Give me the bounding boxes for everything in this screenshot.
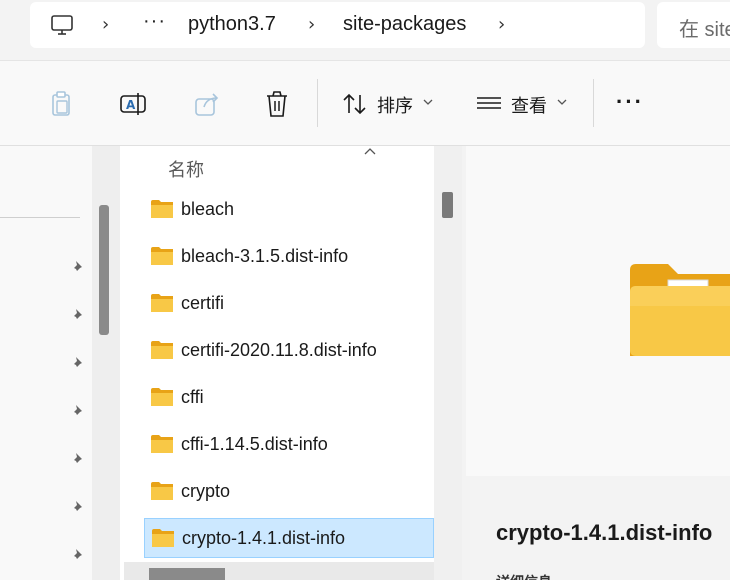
folder-icon: [151, 435, 173, 453]
file-name: crypto: [181, 480, 231, 501]
more-options-button[interactable]: ···: [616, 89, 644, 115]
pin-icon[interactable]: [70, 403, 86, 419]
file-name: certifi: [181, 292, 225, 313]
rename-icon[interactable]: A: [118, 89, 148, 119]
preview-area: [466, 146, 730, 476]
breadcrumb-python37[interactable]: python3.7: [188, 13, 276, 36]
file-list-item[interactable]: crypto-1.4.1.dist-info: [144, 518, 434, 558]
file-list-item[interactable]: cffi-1.14.5.dist-info: [144, 424, 434, 464]
file-name: cffi-1.14.5.dist-info: [181, 433, 328, 454]
folder-icon: [152, 529, 174, 547]
clipboard-icon[interactable]: [46, 89, 76, 119]
file-list-item[interactable]: certifi-2020.11.8.dist-info: [144, 330, 434, 370]
share-icon[interactable]: [192, 89, 222, 119]
file-list-item[interactable]: certifi: [144, 283, 434, 323]
chevron-down-icon[interactable]: [557, 97, 567, 107]
chevron-right-icon[interactable]: ›: [308, 14, 315, 35]
sort-button[interactable]: 排序: [377, 92, 413, 118]
file-list-item[interactable]: bleach-3.1.5.dist-info: [144, 236, 434, 276]
folder-icon: [151, 482, 173, 500]
pin-icon[interactable]: [70, 451, 86, 467]
pin-icon[interactable]: [70, 307, 86, 323]
file-name: bleach: [181, 198, 235, 219]
folder-icon: [151, 200, 173, 218]
file-name: crypto-1.4.1.dist-info: [182, 527, 346, 548]
horizontal-scrollbar-thumb[interactable]: [149, 568, 225, 580]
sort-icon[interactable]: [340, 89, 370, 119]
search-placeholder: 在 site: [679, 19, 730, 41]
computer-monitor-icon[interactable]: [50, 13, 74, 37]
sort-ascending-icon[interactable]: [363, 146, 377, 156]
folder-icon: [151, 388, 173, 406]
chevron-down-icon[interactable]: [423, 97, 433, 107]
details-pane: crypto-1.4.1.dist-info 详细信息: [462, 146, 730, 580]
folder-preview-icon: [630, 264, 730, 356]
pin-icon[interactable]: [70, 355, 86, 371]
breadcrumb-site-packages[interactable]: site-packages: [343, 13, 466, 36]
navigation-pane: [0, 146, 120, 580]
nav-scrollbar-thumb[interactable]: [99, 205, 109, 335]
search-box[interactable]: 在 site: [657, 2, 730, 48]
file-name: bleach-3.1.5.dist-info: [181, 245, 349, 266]
chevron-right-icon[interactable]: ›: [498, 14, 505, 35]
file-name: certifi-2020.11.8.dist-info: [181, 339, 377, 360]
file-list-item[interactable]: crypto: [144, 471, 434, 511]
pin-icon[interactable]: [70, 259, 86, 275]
pin-icon[interactable]: [70, 547, 86, 563]
chevron-right-icon[interactable]: ›: [102, 14, 109, 35]
file-list-pane: 名称 bleach bleach-3.1.5.dist-info certifi ce…: [120, 146, 462, 580]
breadcrumb-overflow[interactable]: ···: [143, 10, 166, 33]
toolbar-separator: [593, 79, 594, 127]
details-section-label: 详细信息: [496, 572, 552, 580]
folder-icon: [151, 294, 173, 312]
nav-divider: [0, 217, 80, 218]
file-name: cffi: [181, 386, 204, 407]
file-list-item[interactable]: cffi: [144, 377, 434, 417]
list-scrollbar-thumb[interactable]: [442, 192, 453, 218]
command-bar: A 排序 查看 ···: [0, 60, 730, 146]
address-bar-row: › ··· python3.7 › site-packages › 在 site: [0, 0, 730, 60]
address-bar[interactable]: › ··· python3.7 › site-packages ›: [30, 2, 645, 48]
toolbar-separator: [317, 79, 318, 127]
column-header-name[interactable]: 名称: [168, 156, 204, 182]
file-list-item[interactable]: bleach: [144, 189, 434, 229]
folder-icon: [151, 247, 173, 265]
svg-text:A: A: [126, 98, 136, 112]
details-title: crypto-1.4.1.dist-info: [496, 520, 713, 545]
trash-icon[interactable]: [262, 89, 292, 119]
view-list-icon[interactable]: [474, 89, 504, 119]
pin-icon[interactable]: [70, 499, 86, 515]
folder-icon: [151, 341, 173, 359]
view-button[interactable]: 查看: [511, 92, 547, 118]
